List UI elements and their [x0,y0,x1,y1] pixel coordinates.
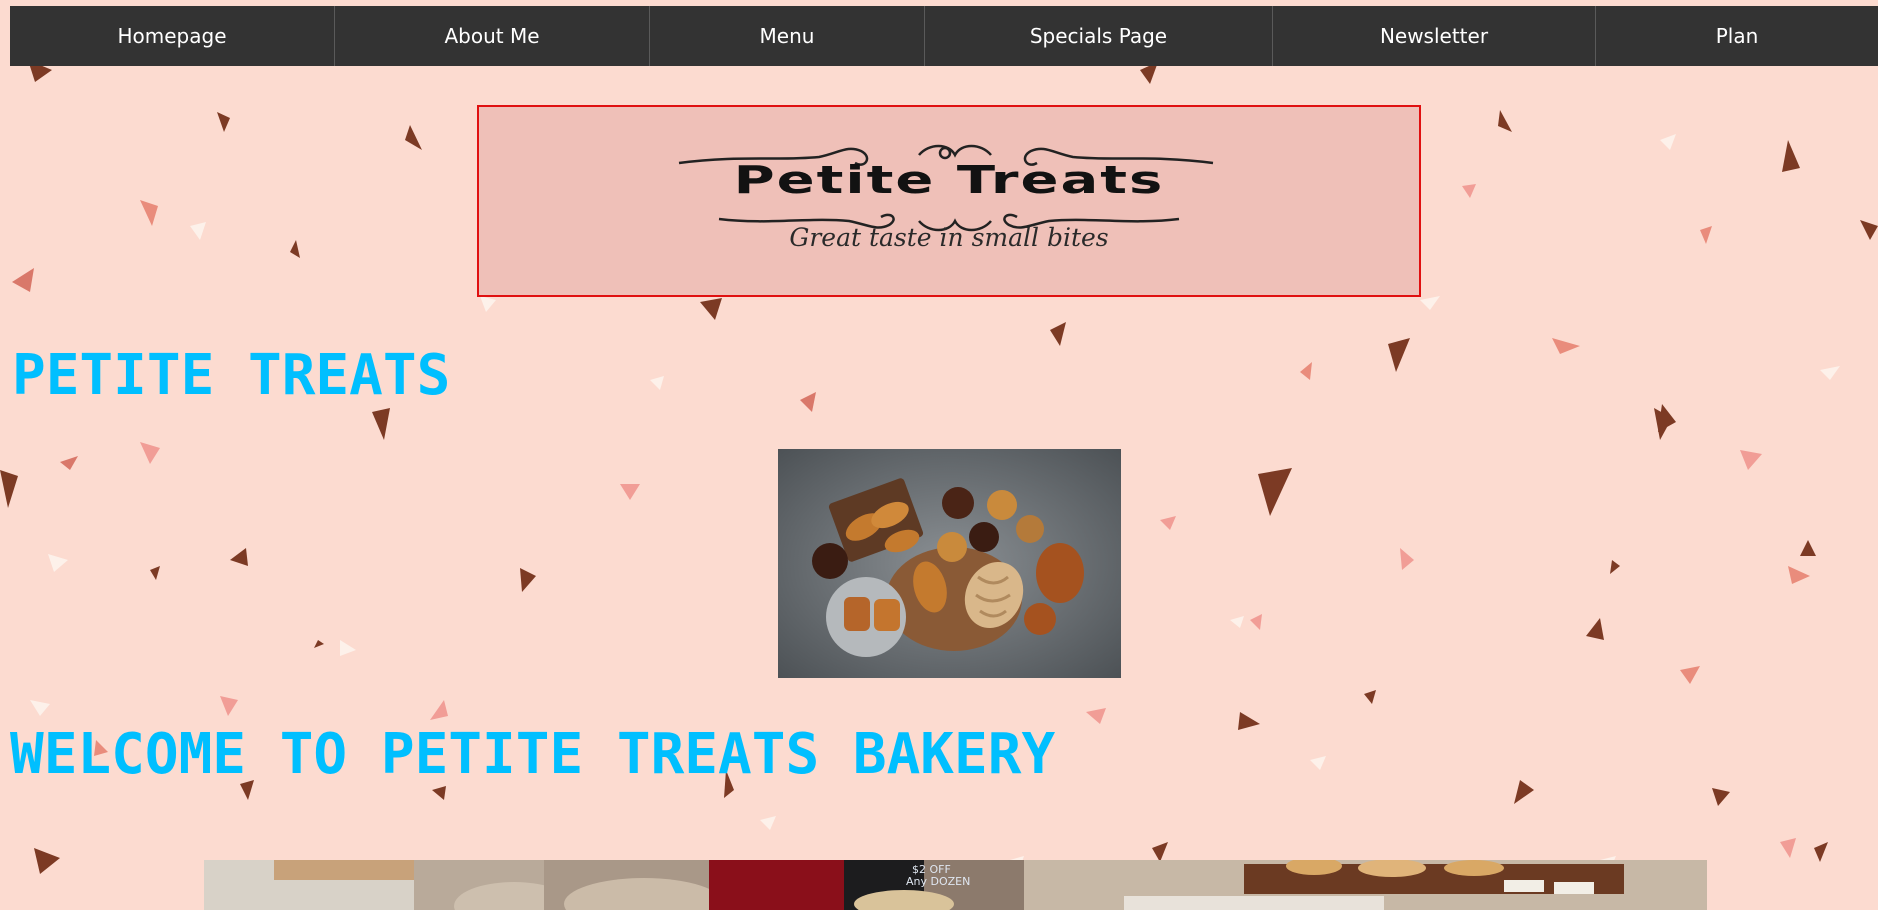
nav-about-me[interactable]: About Me [335,6,650,66]
nav-specials-page[interactable]: Specials Page [925,6,1273,66]
bakery-display-illustration: $2 OFF Any DOZEN [204,860,1707,910]
welcome-heading: WELCOME TO PETITE TREATS BAKERY [10,722,1056,787]
pastries-image [778,449,1121,678]
logo-tagline: Great taste in small bites [789,223,1109,252]
pastries-illustration [778,449,1121,678]
nav-menu[interactable]: Menu [650,6,925,66]
nav-plan[interactable]: Plan [1596,6,1878,66]
main-nav: Homepage About Me Menu Specials Page New… [10,6,1878,66]
logo-title: Petite Treats [733,158,1165,203]
nav-homepage[interactable]: Homepage [10,6,335,66]
logo-banner: Petite Treats Great taste in small bites [477,105,1421,297]
nav-newsletter[interactable]: Newsletter [1273,6,1596,66]
page-title: PETITE TREATS [12,343,451,408]
sign-price-line2: Any DOZEN [906,875,970,888]
bakery-display-image: $2 OFF Any DOZEN [204,860,1707,910]
